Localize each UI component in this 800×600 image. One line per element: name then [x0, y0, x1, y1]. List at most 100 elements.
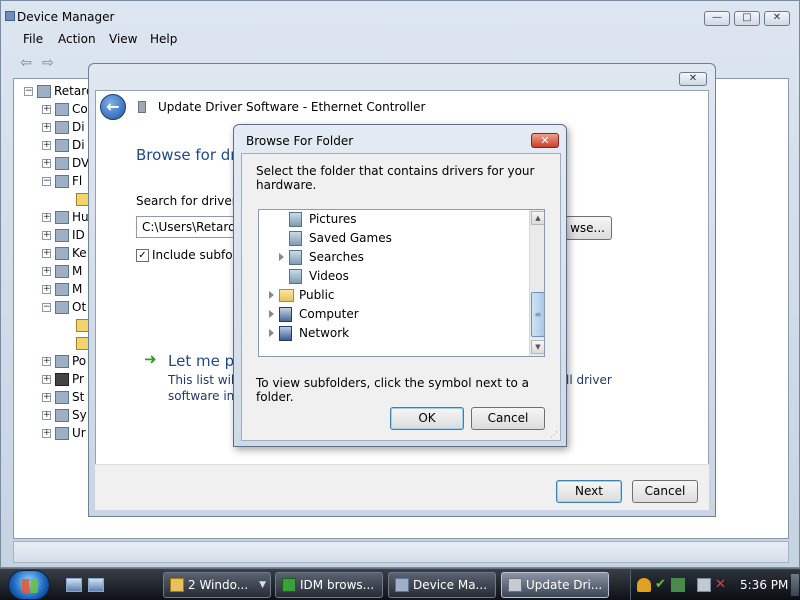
forward-arrow-icon[interactable]: ⇨: [39, 55, 57, 71]
scroll-down-arrow-icon[interactable]: ▼: [531, 340, 544, 354]
maximize-button[interactable]: □: [734, 11, 760, 26]
device-icon: [55, 139, 69, 152]
network-status-icon[interactable]: [697, 578, 711, 592]
show-desktop-icon[interactable]: [66, 578, 82, 592]
scroll-up-arrow-icon[interactable]: ▲: [531, 211, 544, 225]
expand-icon[interactable]: +: [42, 141, 51, 150]
wizard-title: Update Driver Software - Ethernet Contro…: [158, 100, 426, 114]
device-icon: [55, 175, 69, 188]
pictures-folder-icon: [289, 212, 302, 227]
port-icon: [55, 355, 69, 368]
system-icon: [55, 409, 69, 422]
checkmark-icon[interactable]: ✔: [655, 578, 669, 592]
menu-view[interactable]: View: [109, 32, 137, 46]
taskbar: 2 Windo... ▼ IDM brows... Device Ma... U…: [0, 568, 800, 600]
tray-app-icon[interactable]: [671, 578, 685, 592]
wizard-cancel-button[interactable]: Cancel: [632, 480, 698, 503]
expand-icon[interactable]: +: [42, 267, 51, 276]
other-devices-icon: [55, 301, 69, 314]
switch-windows-icon[interactable]: [88, 578, 104, 592]
dialog-hint: To view subfolders, click the symbol nex…: [256, 376, 529, 404]
expand-icon[interactable]: +: [42, 411, 51, 420]
scroll-thumb[interactable]: ≡: [531, 292, 544, 337]
menu-action[interactable]: Action: [58, 32, 96, 46]
device-icon: [55, 229, 69, 242]
dialog-body: Select the folder that contains drivers …: [241, 153, 561, 441]
security-shield-icon[interactable]: [637, 578, 651, 592]
show-desktop-button[interactable]: [791, 574, 799, 596]
green-arrow-icon: ➜: [144, 350, 157, 368]
device-manager-icon: [395, 578, 409, 592]
device-icon: [55, 157, 69, 170]
browse-for-folder-dialog: Browse For Folder ✕ Select the folder th…: [233, 124, 567, 447]
expand-triangle-icon[interactable]: [269, 291, 274, 299]
dialog-title: Browse For Folder: [246, 134, 354, 148]
device-icon: [55, 121, 69, 134]
dialog-close-button[interactable]: ✕: [531, 133, 559, 148]
device-icon: [55, 103, 69, 116]
clock[interactable]: 5:36 PM: [740, 578, 788, 592]
let-me-pick-description-line2: software in t: [168, 389, 243, 403]
folder-tree[interactable]: Pictures Saved Games Searches Videos Pub…: [258, 209, 545, 357]
windows-logo-icon: [22, 579, 38, 593]
menu-help[interactable]: Help: [150, 32, 177, 46]
expand-icon[interactable]: +: [42, 123, 51, 132]
browse-button[interactable]: wse...: [560, 216, 612, 240]
let-me-pick-link[interactable]: Let me pi: [168, 352, 238, 370]
wizard-close-button[interactable]: ✕: [679, 72, 707, 86]
expand-icon[interactable]: +: [42, 159, 51, 168]
chevron-down-icon: ▼: [259, 580, 266, 590]
expand-triangle-icon[interactable]: [269, 310, 274, 318]
expand-icon[interactable]: +: [42, 357, 51, 366]
collapse-icon[interactable]: −: [24, 87, 33, 96]
expand-icon[interactable]: +: [42, 213, 51, 222]
processor-icon: [55, 373, 69, 386]
device-manager-icon: [5, 11, 15, 21]
expand-triangle-icon[interactable]: [269, 329, 274, 337]
taskbar-item-device-manager[interactable]: Device Ma...: [388, 572, 496, 598]
mouse-icon: [55, 265, 69, 278]
dialog-cancel-button[interactable]: Cancel: [471, 407, 545, 430]
expand-icon[interactable]: +: [42, 429, 51, 438]
folder-icon: [170, 578, 184, 592]
wizard-footer: Next Cancel: [95, 464, 709, 510]
start-button[interactable]: [8, 570, 50, 600]
minimize-button[interactable]: —: [704, 11, 730, 26]
idm-icon: [282, 578, 296, 592]
computer-icon: [37, 85, 51, 98]
ok-button[interactable]: OK: [390, 407, 464, 430]
expand-icon[interactable]: +: [42, 393, 51, 402]
expand-icon[interactable]: +: [42, 375, 51, 384]
system-tray: ✔ ✕ 5:36 PM: [630, 570, 800, 600]
storage-icon: [55, 391, 69, 404]
expand-icon[interactable]: +: [42, 105, 51, 114]
expand-icon[interactable]: +: [42, 285, 51, 294]
close-button[interactable]: ✕: [764, 11, 790, 26]
status-bar: [13, 541, 789, 563]
collapse-icon[interactable]: −: [42, 177, 51, 186]
back-arrow-icon[interactable]: ⇦: [17, 55, 35, 71]
menu-file[interactable]: File: [23, 32, 43, 46]
taskbar-item-windows[interactable]: 2 Windo... ▼: [163, 572, 271, 598]
include-subfolders-label: Include subfold: [152, 248, 244, 262]
videos-folder-icon: [289, 269, 302, 284]
expand-icon[interactable]: +: [42, 249, 51, 258]
dialog-instruction: Select the folder that contains drivers …: [256, 164, 535, 192]
keyboard-icon: [55, 247, 69, 260]
device-icon: [55, 211, 69, 224]
monitor-icon: [55, 283, 69, 296]
taskbar-item-idm[interactable]: IDM brows...: [275, 572, 383, 598]
saved-games-icon: [289, 231, 302, 246]
back-arrow-icon[interactable]: ←: [100, 94, 126, 120]
expand-triangle-icon[interactable]: [279, 253, 284, 261]
usb-icon: [55, 427, 69, 440]
next-button[interactable]: Next: [556, 480, 622, 503]
volume-muted-icon[interactable]: ✕: [715, 578, 729, 592]
expand-icon[interactable]: +: [42, 231, 51, 240]
taskbar-item-update-driver[interactable]: Update Dri...: [501, 572, 609, 598]
update-driver-icon: [508, 578, 522, 592]
folder-tree-scrollbar[interactable]: ▲ ≡ ▼: [529, 210, 544, 356]
collapse-icon[interactable]: −: [42, 303, 51, 312]
resize-grip-icon[interactable]: ⋰: [550, 430, 559, 439]
include-subfolders-checkbox[interactable]: ✓: [136, 249, 149, 262]
